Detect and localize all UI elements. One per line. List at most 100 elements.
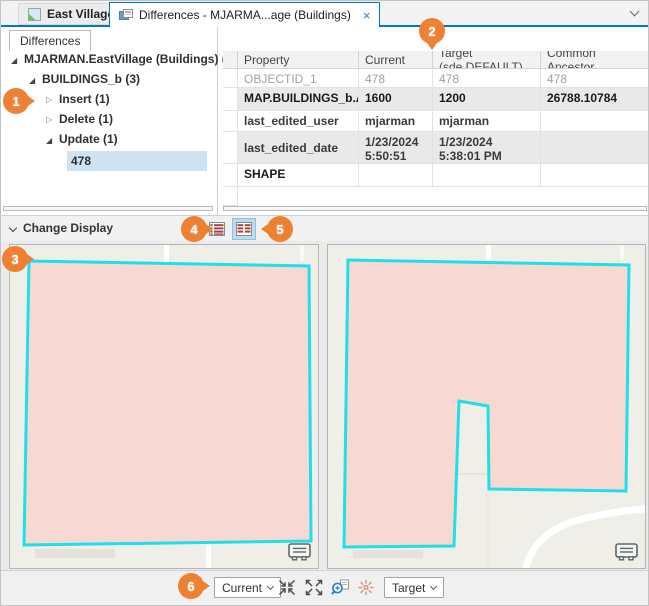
view-tabstrip: East Village Differences - MJARMA...age … <box>1 1 648 27</box>
col-target[interactable]: Target (sde.DEFAULT) <box>433 51 541 68</box>
tree-item-label: BUILDINGS_b (3) <box>42 72 140 86</box>
change-display-section: Change Display <box>1 215 648 241</box>
popup-icon[interactable] <box>615 543 639 562</box>
tabstrip-chevron-down-icon[interactable] <box>630 7 640 17</box>
cell-target: 478 <box>433 69 541 87</box>
cell-property: last_edited_date <box>238 132 359 163</box>
tab-differences-panel[interactable]: Differences <box>9 30 91 51</box>
tree-item-label: Update (1) <box>59 132 118 146</box>
target-map-canvas[interactable] <box>328 245 645 568</box>
callout-number: 4 <box>190 222 197 237</box>
tree-item-update[interactable]: ◢ Update (1) <box>1 129 215 149</box>
building-feature-current <box>24 261 311 545</box>
row-selector[interactable] <box>223 164 238 186</box>
current-map-canvas[interactable] <box>10 245 318 568</box>
zoom-to-difference-icon[interactable] <box>331 579 350 596</box>
cell-ancestor <box>541 164 649 186</box>
table-row-last-edited-user[interactable]: last_edited_user mjarman mjarman <box>223 111 649 132</box>
col-common-ancestor[interactable]: Common Ancestor <box>541 51 649 68</box>
zoom-in-contents-icon[interactable] <box>278 579 296 596</box>
popup-icon[interactable] <box>288 543 312 562</box>
cell-property: MAP.BUILDINGS_b.AREA <box>238 88 359 110</box>
tree-item-label: Delete (1) <box>59 112 113 126</box>
full-extent-icon[interactable] <box>305 579 323 596</box>
table-row-objectid[interactable]: OBJECTID_1 478 478 478 <box>223 69 649 88</box>
current-map-panel[interactable] <box>9 244 319 569</box>
cell-current <box>359 164 433 186</box>
table-row-shape[interactable]: SHAPE <box>223 164 649 187</box>
target-dropdown-label: Target <box>392 581 425 595</box>
callout-4: 4 <box>181 216 207 242</box>
cell-ancestor <box>541 132 649 163</box>
target-version-dropdown[interactable]: Target <box>384 577 444 598</box>
current-version-dropdown[interactable]: Current <box>214 577 281 598</box>
callout-number: 2 <box>428 24 435 39</box>
tree-horizontal-scrollbar[interactable] <box>3 206 213 211</box>
row-selector[interactable] <box>223 69 238 87</box>
tab-east-village-label: East Village <box>47 7 114 21</box>
col-property[interactable]: Property <box>238 51 359 68</box>
row-selector[interactable] <box>223 132 238 163</box>
col-current[interactable]: Current <box>359 51 433 68</box>
tab-differences-label: Differences - MJARMA...age (Buildings) <box>139 8 351 22</box>
cell-ancestor: 478 <box>541 69 649 87</box>
flash-difference-icon[interactable] <box>357 579 375 596</box>
tree-item-delete[interactable]: ▷ Delete (1) <box>1 109 215 129</box>
table-row-last-edited-date[interactable]: last_edited_date 1/23/2024 5:50:51 PM 1/… <box>223 132 649 164</box>
current-dropdown-label: Current <box>222 581 262 595</box>
cell-ancestor <box>541 111 649 131</box>
expander-expanded-icon[interactable]: ◢ <box>29 76 35 85</box>
cell-target <box>433 164 541 186</box>
expander-expanded-icon[interactable]: ◢ <box>11 56 17 65</box>
row-selector[interactable] <box>223 111 238 131</box>
cell-target: mjarman <box>433 111 541 131</box>
callout-number: 1 <box>12 94 19 109</box>
cell-current: 1/23/2024 5:50:51 PM <box>359 132 433 163</box>
row-selector[interactable] <box>223 88 238 110</box>
tree-item-buildings[interactable]: ◢ BUILDINGS_b (3) <box>1 69 215 89</box>
callout-number: 3 <box>11 252 18 267</box>
callout-2: 2 <box>419 18 445 44</box>
cell-property: last_edited_user <box>238 111 359 131</box>
callout-number: 5 <box>276 222 283 237</box>
cell-current: mjarman <box>359 111 433 131</box>
chevron-down-icon <box>430 583 437 590</box>
row-selector <box>223 187 238 206</box>
side-by-side-view-button[interactable] <box>232 218 256 240</box>
callout-1: 1 <box>3 88 29 114</box>
expander-collapsed-icon[interactable]: ▷ <box>46 95 52 104</box>
close-tab-icon[interactable]: × <box>363 8 371 23</box>
cell-property: SHAPE <box>238 164 359 186</box>
cell-property: OBJECTID_1 <box>238 69 359 87</box>
section-collapse-chevron-icon[interactable] <box>9 224 17 232</box>
tree-item-label: 478 <box>71 154 91 168</box>
change-display-label: Change Display <box>23 221 113 235</box>
callout-number: 6 <box>187 579 194 594</box>
panel-tab-label: Differences <box>20 34 80 48</box>
map-thumbnail-icon <box>28 8 41 21</box>
map-toolbar: Current <box>1 570 648 606</box>
tree-item-478[interactable]: 478 <box>1 151 215 171</box>
table-row-empty <box>223 187 649 206</box>
table-horizontal-scrollbar[interactable] <box>223 206 647 211</box>
row-selector-header[interactable] <box>223 51 238 68</box>
callout-6: 6 <box>178 573 204 599</box>
differences-window: East Village Differences - MJARMA...age … <box>0 0 649 606</box>
cell-current: 1600 <box>359 88 433 110</box>
change-display-maps-area <box>1 241 648 570</box>
cell-target: 1/23/2024 5:38:01 PM <box>433 132 541 163</box>
tree-item-root[interactable]: ◢ MJARMAN.EastVillage (Buildings) (3) <box>1 49 215 69</box>
table-row-area[interactable]: MAP.BUILDINGS_b.AREA 1600 1200 26788.107… <box>223 88 649 111</box>
callout-3: 3 <box>2 246 28 272</box>
differences-tree-pane: Differences ◢ MJARMAN.EastVillage (Build… <box>1 27 218 215</box>
expander-expanded-icon[interactable]: ◢ <box>46 136 52 145</box>
cell-current: 478 <box>359 69 433 87</box>
cell-ancestor: 26788.10784 <box>541 88 649 110</box>
tree-item-label: MJARMAN.EastVillage (Buildings) (3) <box>24 52 236 66</box>
target-map-panel[interactable] <box>327 244 646 569</box>
table-columns-icon <box>236 222 252 236</box>
expander-collapsed-icon[interactable]: ▷ <box>46 115 52 124</box>
cell-target: 1200 <box>433 88 541 110</box>
tab-differences[interactable]: Differences - MJARMA...age (Buildings) × <box>109 2 380 27</box>
callout-5: 5 <box>267 216 293 242</box>
